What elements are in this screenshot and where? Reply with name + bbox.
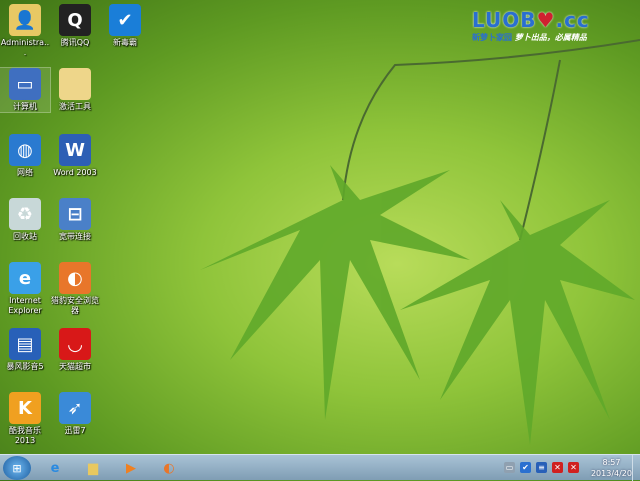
desktop-icon-label: 迅雷7	[64, 426, 86, 435]
duba-tray-icon[interactable]: ✔	[520, 462, 531, 473]
desktop-icon-label: 宽带连接	[59, 232, 91, 241]
xunlei-bird-icon: ➶	[59, 392, 91, 424]
luobo-logo: LUOB♥.cc 新萝卜家园 萝卜出品，必属精品	[472, 8, 590, 42]
desktop-icon-label: 腾讯QQ	[60, 38, 90, 47]
desktop-icon[interactable]: ⊟ 宽带连接	[50, 198, 100, 242]
desktop-icon[interactable]: K 酷我音乐2013	[0, 392, 50, 446]
taskbar-liebao-browser-button[interactable]: ◐	[154, 457, 184, 479]
clock-date: 2013/4/20	[590, 469, 632, 478]
network-icon: ◍	[9, 134, 41, 166]
media-player-icon: ▶	[126, 460, 136, 476]
desktop-icon[interactable]: ➶ 迅雷7	[50, 392, 100, 436]
desktop-icon-label: Word 2003	[53, 168, 97, 177]
word-icon: W	[59, 134, 91, 166]
desktop-icon-label: 新毒霸	[113, 38, 137, 47]
taskbar-internet-explorer-button[interactable]: e	[40, 457, 70, 479]
desktop-icon-label: 计算机	[13, 102, 37, 111]
desktop-icon-label: Administra...	[0, 38, 50, 57]
desktop-icon-label: 酷我音乐2013	[9, 426, 41, 445]
desktop-icon[interactable]: ♻ 回收站	[0, 198, 50, 242]
desktop-icon[interactable]: ◐ 猎豹安全浏览器	[50, 262, 100, 316]
keyboard-tray-icon[interactable]: ▭	[504, 462, 515, 473]
desktop-icon-label: 激活工具	[59, 102, 91, 111]
desktop-icon[interactable]: ◍ 网络	[0, 134, 50, 178]
desktop-icon[interactable]: ✔ 新毒霸	[100, 4, 150, 48]
desktop-icon-label: 网络	[17, 168, 33, 177]
qq-penguin-icon: Q	[59, 4, 91, 36]
clock-time: 8:57	[602, 458, 621, 467]
file-explorer-icon: ▆	[88, 460, 98, 476]
internet-explorer-icon: e	[9, 262, 41, 294]
user-folder-icon: 👤	[9, 4, 41, 36]
start-button[interactable]: ⊞	[3, 456, 31, 480]
network-error-tray-icon[interactable]: ✕	[552, 462, 563, 473]
desktop-icon-label: 猎豹安全浏览器	[51, 296, 99, 315]
computer-icon: ▭	[9, 68, 41, 100]
baofeng-player-icon: ▤	[9, 328, 41, 360]
desktop-icon[interactable]: W Word 2003	[50, 134, 100, 178]
taskbar-file-explorer-button[interactable]: ▆	[78, 457, 108, 479]
desktop-icon-label: 暴风影音5	[6, 362, 44, 371]
desktop-icon[interactable]: ▤ 暴风影音5	[0, 328, 50, 372]
desktop-icon[interactable]: Q 腾讯QQ	[50, 4, 100, 48]
desktop-icon-label: 天猫超市	[59, 362, 91, 371]
desktop-icon[interactable]: 激活工具	[50, 68, 100, 112]
desktop-icon-label: 回收站	[13, 232, 37, 241]
windows-logo-icon: ⊞	[12, 461, 22, 475]
taskbar: ⊞ e ▆ ▶ ◐ ▭ ✔ ≡ ✕ ✕ 8:57 2013/4/20	[0, 454, 640, 481]
tmall-market-icon: ◡	[59, 328, 91, 360]
desktop-icon[interactable]: 👤 Administra...	[0, 4, 50, 58]
volume-muted-tray-icon[interactable]: ✕	[568, 462, 579, 473]
desktop-icon[interactable]: ◡ 天猫超市	[50, 328, 100, 372]
duba-antivirus-icon: ✔	[109, 4, 141, 36]
desktop-icon[interactable]: ▭ 计算机	[0, 67, 51, 113]
liebao-browser-icon: ◐	[163, 460, 175, 476]
internet-explorer-icon: e	[50, 460, 60, 476]
clock[interactable]: 8:57 2013/4/20	[591, 457, 632, 479]
kuwo-music-icon: K	[9, 392, 41, 424]
desktop-icon[interactable]: e Internet Explorer	[0, 262, 50, 316]
broadband-connection-icon: ⊟	[59, 198, 91, 230]
desktop-icon-label: Internet Explorer	[8, 296, 42, 315]
recycle-bin-icon: ♻	[9, 198, 41, 230]
show-desktop-button[interactable]	[632, 455, 640, 481]
liebao-browser-icon: ◐	[59, 262, 91, 294]
folder-icon	[59, 68, 91, 100]
baofeng-tray-icon[interactable]: ≡	[536, 462, 547, 473]
taskbar-media-player-button[interactable]: ▶	[116, 457, 146, 479]
